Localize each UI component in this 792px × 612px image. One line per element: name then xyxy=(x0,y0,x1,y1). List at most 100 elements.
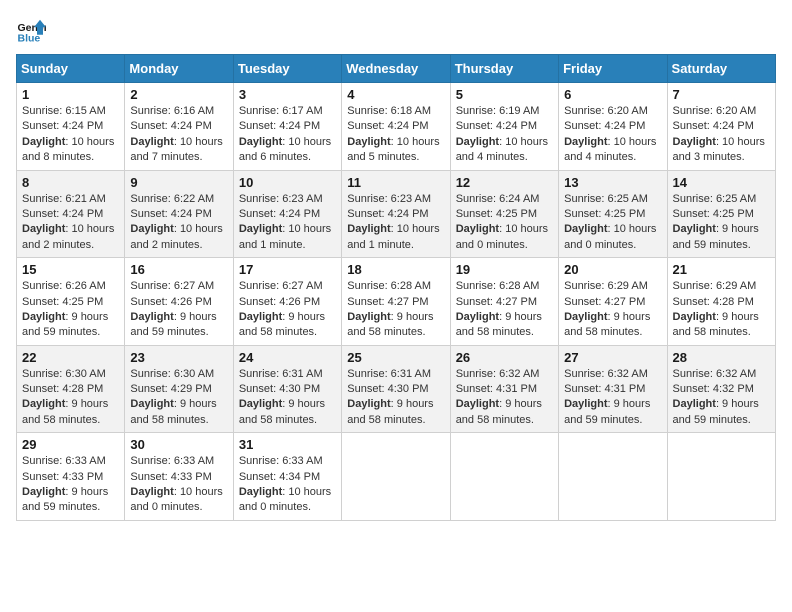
day-info: Sunrise: 6:23 AMSunset: 4:24 PMDaylight:… xyxy=(347,192,444,254)
calendar-cell xyxy=(559,433,667,521)
calendar-cell: 23 Sunrise: 6:30 AMSunset: 4:29 PMDayligh… xyxy=(125,345,233,433)
day-number: 26 xyxy=(456,350,553,365)
calendar-cell: 2 Sunrise: 6:16 AMSunset: 4:24 PMDaylight… xyxy=(125,83,233,171)
day-number: 28 xyxy=(673,350,770,365)
day-info: Sunrise: 6:25 AMSunset: 4:25 PMDaylight:… xyxy=(673,192,770,254)
day-info: Sunrise: 6:23 AMSunset: 4:24 PMDaylight:… xyxy=(239,192,336,254)
header-monday: Monday xyxy=(125,55,233,83)
header-saturday: Saturday xyxy=(667,55,775,83)
header-sunday: Sunday xyxy=(17,55,125,83)
calendar-cell: 10 Sunrise: 6:23 AMSunset: 4:24 PMDayligh… xyxy=(233,170,341,258)
calendar-cell: 9 Sunrise: 6:22 AMSunset: 4:24 PMDaylight… xyxy=(125,170,233,258)
header-tuesday: Tuesday xyxy=(233,55,341,83)
calendar-cell: 26 Sunrise: 6:32 AMSunset: 4:31 PMDayligh… xyxy=(450,345,558,433)
calendar-cell: 8 Sunrise: 6:21 AMSunset: 4:24 PMDaylight… xyxy=(17,170,125,258)
calendar-cell: 31 Sunrise: 6:33 AMSunset: 4:34 PMDayligh… xyxy=(233,433,341,521)
calendar-cell: 16Sunrise: 6:27 AMSunset: 4:26 PMDayligh… xyxy=(125,258,233,346)
day-number: 23 xyxy=(130,350,227,365)
day-number: 8 xyxy=(22,175,119,190)
logo: General Blue xyxy=(16,16,50,46)
day-number: 25 xyxy=(347,350,444,365)
day-number: 29 xyxy=(22,437,119,452)
day-number: 16 xyxy=(130,262,227,277)
calendar-cell: 29 Sunrise: 6:33 AMSunset: 4:33 PMDayligh… xyxy=(17,433,125,521)
day-number: 24 xyxy=(239,350,336,365)
calendar-week-row: 15Sunrise: 6:26 AMSunset: 4:25 PMDayligh… xyxy=(17,258,776,346)
day-info: Sunrise: 6:25 AMSunset: 4:25 PMDaylight:… xyxy=(564,192,661,254)
day-number: 5 xyxy=(456,87,553,102)
calendar-cell: 30 Sunrise: 6:33 AMSunset: 4:33 PMDayligh… xyxy=(125,433,233,521)
day-number: 7 xyxy=(673,87,770,102)
day-number: 13 xyxy=(564,175,661,190)
day-info: Sunrise: 6:31 AMSunset: 4:30 PMDaylight:… xyxy=(239,367,336,429)
day-number: 2 xyxy=(130,87,227,102)
day-number: 18 xyxy=(347,262,444,277)
logo-icon: General Blue xyxy=(16,16,46,46)
svg-text:Blue: Blue xyxy=(18,33,41,45)
page-header: General Blue xyxy=(16,16,776,46)
day-info: Sunrise: 6:32 AMSunset: 4:32 PMDaylight:… xyxy=(673,367,770,429)
day-info: Sunrise: 6:33 AMSunset: 4:33 PMDaylight:… xyxy=(22,454,119,516)
day-info: Sunrise: 6:22 AMSunset: 4:24 PMDaylight:… xyxy=(130,192,227,254)
day-info: Sunrise: 6:16 AMSunset: 4:24 PMDaylight:… xyxy=(130,104,227,166)
calendar-cell: 15Sunrise: 6:26 AMSunset: 4:25 PMDayligh… xyxy=(17,258,125,346)
calendar-cell xyxy=(667,433,775,521)
day-info: Sunrise: 6:33 AMSunset: 4:34 PMDaylight:… xyxy=(239,454,336,516)
day-info: Sunrise: 6:24 AMSunset: 4:25 PMDaylight:… xyxy=(456,192,553,254)
calendar-cell: 5 Sunrise: 6:19 AMSunset: 4:24 PMDaylight… xyxy=(450,83,558,171)
day-number: 11 xyxy=(347,175,444,190)
day-number: 3 xyxy=(239,87,336,102)
calendar-week-row: 1Sunrise: 6:15 AMSunset: 4:24 PMDaylight… xyxy=(17,83,776,171)
calendar-header-row: SundayMondayTuesdayWednesdayThursdayFrid… xyxy=(17,55,776,83)
day-number: 4 xyxy=(347,87,444,102)
day-number: 22 xyxy=(22,350,119,365)
calendar-cell: 25 Sunrise: 6:31 AMSunset: 4:30 PMDayligh… xyxy=(342,345,450,433)
calendar-cell: 6 Sunrise: 6:20 AMSunset: 4:24 PMDaylight… xyxy=(559,83,667,171)
day-info: Sunrise: 6:20 AMSunset: 4:24 PMDaylight:… xyxy=(673,104,770,166)
header-friday: Friday xyxy=(559,55,667,83)
day-number: 31 xyxy=(239,437,336,452)
day-info: Sunrise: 6:17 AMSunset: 4:24 PMDaylight:… xyxy=(239,104,336,166)
day-info: Sunrise: 6:33 AMSunset: 4:33 PMDaylight:… xyxy=(130,454,227,516)
calendar-cell: 13 Sunrise: 6:25 AMSunset: 4:25 PMDayligh… xyxy=(559,170,667,258)
day-number: 17 xyxy=(239,262,336,277)
day-number: 20 xyxy=(564,262,661,277)
day-info: Sunrise: 6:30 AMSunset: 4:28 PMDaylight:… xyxy=(22,367,119,429)
calendar-cell: 17 Sunrise: 6:27 AMSunset: 4:26 PMDayligh… xyxy=(233,258,341,346)
day-info: Sunrise: 6:19 AMSunset: 4:24 PMDaylight:… xyxy=(456,104,553,166)
day-number: 14 xyxy=(673,175,770,190)
day-info: Sunrise: 6:20 AMSunset: 4:24 PMDaylight:… xyxy=(564,104,661,166)
calendar-cell: 28 Sunrise: 6:32 AMSunset: 4:32 PMDayligh… xyxy=(667,345,775,433)
header-thursday: Thursday xyxy=(450,55,558,83)
calendar-cell: 14 Sunrise: 6:25 AMSunset: 4:25 PMDayligh… xyxy=(667,170,775,258)
day-info: Sunrise: 6:28 AMSunset: 4:27 PMDaylight:… xyxy=(456,279,553,341)
calendar-cell: 27Sunrise: 6:32 AMSunset: 4:31 PMDayligh… xyxy=(559,345,667,433)
day-info: Sunrise: 6:29 AMSunset: 4:27 PMDaylight:… xyxy=(564,279,661,341)
calendar-cell: 19 Sunrise: 6:28 AMSunset: 4:27 PMDayligh… xyxy=(450,258,558,346)
day-number: 1 xyxy=(22,87,119,102)
day-info: Sunrise: 6:32 AMSunset: 4:31 PMDaylight:… xyxy=(456,367,553,429)
day-number: 9 xyxy=(130,175,227,190)
day-number: 30 xyxy=(130,437,227,452)
day-number: 15 xyxy=(22,262,119,277)
day-info: Sunrise: 6:29 AMSunset: 4:28 PMDaylight:… xyxy=(673,279,770,341)
calendar-cell: 21Sunrise: 6:29 AMSunset: 4:28 PMDayligh… xyxy=(667,258,775,346)
day-info: Sunrise: 6:31 AMSunset: 4:30 PMDaylight:… xyxy=(347,367,444,429)
calendar-cell xyxy=(450,433,558,521)
day-number: 6 xyxy=(564,87,661,102)
header-wednesday: Wednesday xyxy=(342,55,450,83)
calendar-cell: 20 Sunrise: 6:29 AMSunset: 4:27 PMDayligh… xyxy=(559,258,667,346)
calendar-cell: 11 Sunrise: 6:23 AMSunset: 4:24 PMDayligh… xyxy=(342,170,450,258)
day-info: Sunrise: 6:27 AMSunset: 4:26 PMDaylight:… xyxy=(239,279,336,341)
day-info: Sunrise: 6:30 AMSunset: 4:29 PMDaylight:… xyxy=(130,367,227,429)
day-number: 10 xyxy=(239,175,336,190)
calendar-week-row: 8 Sunrise: 6:21 AMSunset: 4:24 PMDaylight… xyxy=(17,170,776,258)
day-number: 12 xyxy=(456,175,553,190)
calendar-cell xyxy=(342,433,450,521)
calendar-cell: 18 Sunrise: 6:28 AMSunset: 4:27 PMDayligh… xyxy=(342,258,450,346)
day-info: Sunrise: 6:21 AMSunset: 4:24 PMDaylight:… xyxy=(22,192,119,254)
calendar-week-row: 22 Sunrise: 6:30 AMSunset: 4:28 PMDayligh… xyxy=(17,345,776,433)
day-info: Sunrise: 6:28 AMSunset: 4:27 PMDaylight:… xyxy=(347,279,444,341)
day-number: 19 xyxy=(456,262,553,277)
calendar-cell: 24 Sunrise: 6:31 AMSunset: 4:30 PMDayligh… xyxy=(233,345,341,433)
